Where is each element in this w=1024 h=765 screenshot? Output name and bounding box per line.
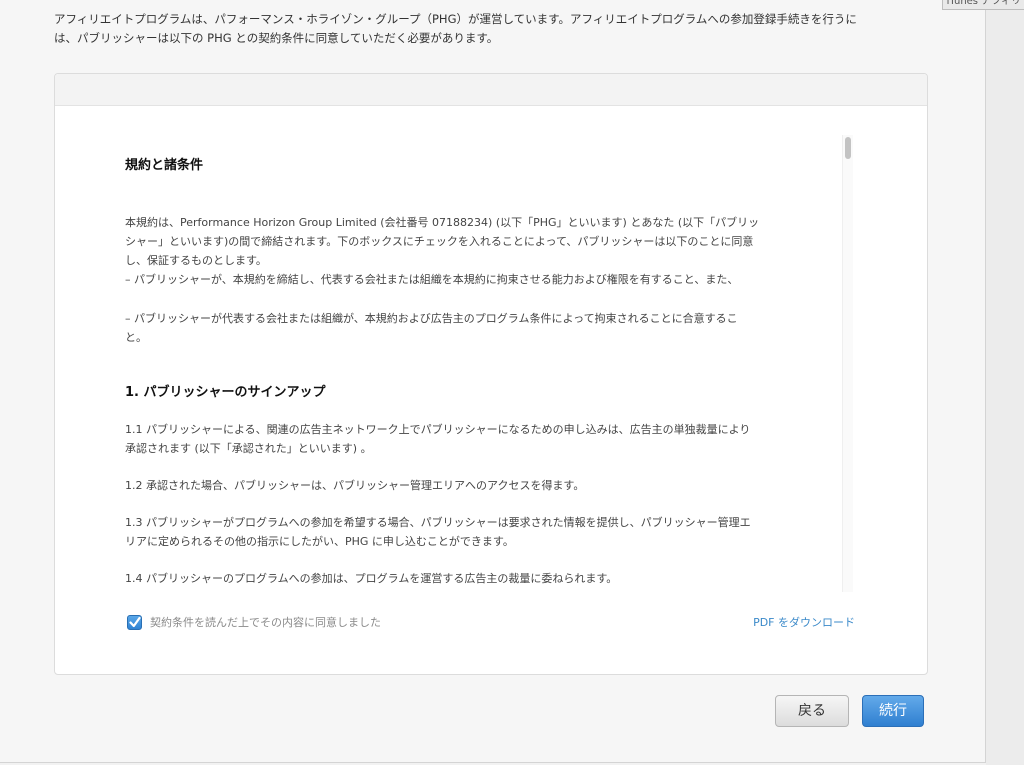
agree-checkbox-row[interactable]: 契約条件を読んだ上でその内容に同意しました <box>127 612 381 632</box>
terms-paragraph-intro: 本規約は、Performance Horizon Group Limited (… <box>125 213 855 289</box>
scrollbar-thumb[interactable] <box>845 137 851 159</box>
intro-text: アフィリエイトプログラムは、パフォーマンス・ホライゾン・グループ（PHG）が運営… <box>54 10 934 48</box>
para-line: 本規約は、Performance Horizon Group Limited (… <box>125 216 760 229</box>
clause-1-1: 1.1 パブリッシャーによる、関連の広告主ネットワーク上でパブリッシャーになるた… <box>125 420 855 458</box>
intro-line-1: アフィリエイトプログラムは、パフォーマンス・ホライゾン・グループ（PHG）が運営… <box>54 12 857 26</box>
para-line: リアに定められるその他の指示にしたがい、PHG に申し込むことができます。 <box>125 535 514 548</box>
para-line: 1.1 パブリッシャーによる、関連の広告主ネットワーク上でパブリッシャーになるた… <box>125 423 751 436</box>
terms-paragraph-agreement: – パブリッシャーが代表する会社または組織が、本規約および広告主のプログラム条件… <box>125 309 855 347</box>
clause-1-4: 1.4 パブリッシャーのプログラムへの参加は、プログラムを運営する広告主の裁量に… <box>125 572 618 585</box>
para-line: – パブリッシャーが、本規約を締結し、代表する会社または組織を本規約に拘束させる… <box>125 273 739 286</box>
clause-1-3: 1.3 パブリッシャーがプログラムへの参加を希望する場合、パブリッシャーは要求さ… <box>125 513 855 551</box>
panel-header <box>55 74 927 106</box>
pdf-download-link[interactable]: PDF をダウンロード <box>753 614 855 630</box>
para-line: – パブリッシャーが代表する会社または組織が、本規約および広告主のプログラム条件… <box>125 312 738 325</box>
clause-1-2: 1.2 承認された場合、パブリッシャーは、パブリッシャー管理エリアへのアクセスを… <box>125 479 585 492</box>
terms-title: 規約と諸条件 <box>125 158 204 173</box>
itunes-tooltip: iTunes アフィリ <box>941 0 1024 10</box>
para-line: 1.3 パブリッシャーがプログラムへの参加を希望する場合、パブリッシャーは要求さ… <box>125 516 751 529</box>
para-line: し、保証するものとします。 <box>125 254 267 267</box>
right-gutter: iTunes アフィリ <box>941 0 1024 765</box>
vertical-scrollbar[interactable] <box>842 135 853 592</box>
back-button[interactable]: 戻る <box>775 695 849 727</box>
main-window: アフィリエイトプログラムは、パフォーマンス・ホライゾン・グループ（PHG）が運営… <box>0 0 986 763</box>
para-line: シャー」といいます)の間で締結されます。下のボックスにチェックを入れることによっ… <box>125 235 754 248</box>
continue-button[interactable]: 続行 <box>862 695 924 727</box>
terms-document: 規約と諸条件 本規約は、Performance Horizon Group Li… <box>125 137 855 588</box>
terms-scroll-area[interactable]: 規約と諸条件 本規約は、Performance Horizon Group Li… <box>125 137 855 592</box>
agree-checkbox[interactable] <box>127 614 142 630</box>
intro-line-2: は、パブリッシャーは以下の PHG との契約条件に同意していただく必要があります… <box>54 31 499 45</box>
section-1-title: 1. パブリッシャーのサインアップ <box>125 385 326 400</box>
terms-panel: 規約と諸条件 本規約は、Performance Horizon Group Li… <box>54 73 928 675</box>
checkmark-icon <box>129 616 141 627</box>
para-line: 承認されます (以下「承認された」といいます) 。 <box>125 442 372 455</box>
agree-checkbox-label[interactable]: 契約条件を読んだ上でその内容に同意しました <box>150 614 381 630</box>
para-line: と。 <box>125 331 147 344</box>
